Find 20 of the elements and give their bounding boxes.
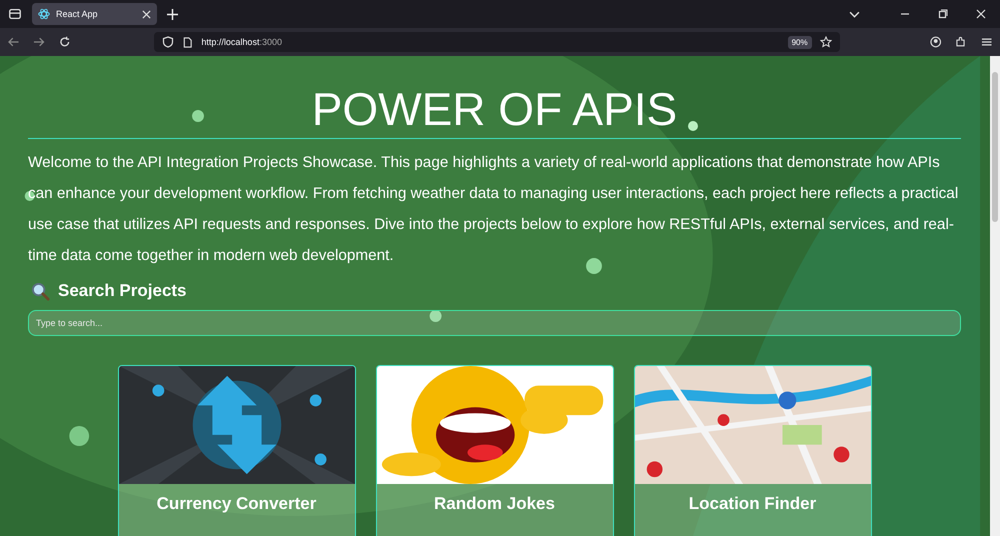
forward-icon[interactable] xyxy=(33,36,45,48)
close-icon[interactable] xyxy=(976,9,986,19)
address-bar[interactable]: http://localhost:3000 90% xyxy=(154,32,840,52)
extensions-icon[interactable] xyxy=(955,36,967,48)
star-icon[interactable] xyxy=(820,36,832,48)
close-icon[interactable] xyxy=(142,10,151,18)
new-tab-icon[interactable] xyxy=(167,8,178,20)
browser-tab[interactable]: React App xyxy=(32,3,157,25)
scrollbar-thumb[interactable] xyxy=(992,72,998,222)
zoom-badge[interactable]: 90% xyxy=(788,36,812,48)
restore-icon[interactable] xyxy=(938,9,948,19)
account-icon[interactable] xyxy=(930,36,942,48)
menu-icon[interactable] xyxy=(980,36,992,48)
scrollbar[interactable] xyxy=(990,56,1000,536)
shield-icon xyxy=(162,36,174,48)
back-icon[interactable] xyxy=(8,36,20,48)
atom-icon xyxy=(38,8,50,20)
tab-list-icon[interactable] xyxy=(8,7,22,21)
reload-icon[interactable] xyxy=(58,36,70,48)
page-icon xyxy=(182,36,194,48)
